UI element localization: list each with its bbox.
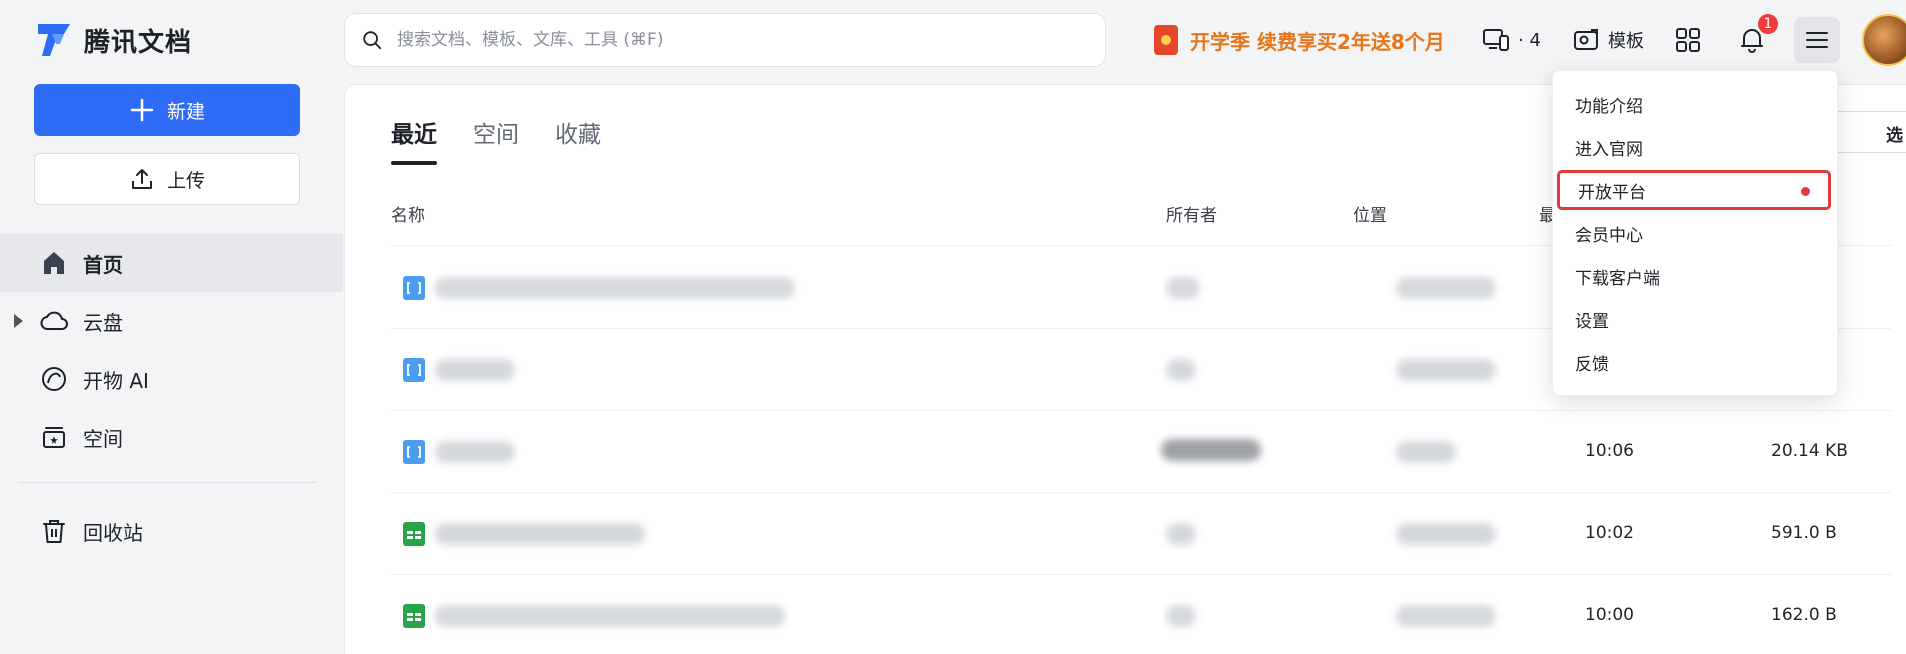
promo-banner[interactable]: 开学季 续费享买2年送8个月 (1154, 22, 1445, 58)
tencent-docs-logo-icon (38, 24, 70, 56)
sheet-file-icon (403, 604, 425, 628)
devices-count: · 4 (1518, 29, 1541, 51)
filter-label: 选 (1886, 126, 1903, 146)
modified-time: 10:06 (1585, 441, 1634, 461)
redacted-location (1396, 277, 1496, 299)
sidebar-item-label: 云盘 (83, 310, 123, 335)
main-tabs: 最近 空间 收藏 (391, 115, 601, 165)
file-size: 591.0 B (1771, 523, 1837, 543)
sheet-file-icon (403, 522, 425, 546)
redacted-filename (435, 523, 645, 545)
doc-file-icon (403, 440, 425, 464)
menu-item-label: 开放平台 (1578, 182, 1646, 203)
tab-space[interactable]: 空间 (473, 115, 519, 165)
menu-item-features[interactable]: 功能介绍 (1575, 84, 1823, 124)
redacted-filename (435, 605, 785, 627)
apps-grid-icon (1676, 28, 1700, 52)
new-button-label: 新建 (166, 100, 205, 123)
tab-favorites[interactable]: 收藏 (555, 115, 601, 165)
sidebar-divider (18, 482, 316, 483)
redacted-owner (1166, 605, 1196, 627)
sidebar-item-label: 首页 (83, 252, 123, 277)
notification-badge: 1 (1756, 12, 1780, 36)
sidebar-item-cloud[interactable]: 云盘 (0, 292, 343, 350)
ai-icon (42, 367, 66, 391)
new-dot-indicator (1801, 187, 1810, 196)
devices-icon (1483, 29, 1509, 51)
menu-item-feedback[interactable]: 反馈 (1575, 342, 1823, 382)
upload-button-label: 上传 (166, 169, 205, 192)
user-avatar[interactable] (1862, 14, 1906, 66)
redacted-location (1396, 523, 1496, 545)
redacted-location (1396, 359, 1496, 381)
search-input[interactable] (397, 30, 1105, 50)
sidebar-item-trash[interactable]: 回收站 (0, 502, 343, 560)
space-box-icon (43, 427, 65, 448)
column-header-location[interactable]: 位置 (1353, 201, 1387, 226)
column-header-owner[interactable]: 所有者 (1166, 201, 1217, 226)
hamburger-menu-icon (1806, 32, 1828, 48)
table-row[interactable]: 10:02 591.0 B (391, 493, 1891, 575)
app-name: 腾讯文档 (84, 27, 193, 58)
sidebar-item-space[interactable]: 空间 (0, 408, 343, 466)
expand-caret-icon[interactable] (14, 314, 23, 328)
red-envelope-icon (1154, 25, 1178, 55)
apps-button[interactable] (1674, 20, 1702, 60)
redacted-filename (435, 359, 515, 381)
cloud-icon (40, 311, 68, 330)
new-button[interactable]: 新建 (34, 84, 300, 136)
tab-recent[interactable]: 最近 (391, 115, 437, 165)
redacted-location (1396, 605, 1496, 627)
file-size: 162.0 B (1771, 605, 1837, 625)
redacted-filename (435, 441, 515, 463)
column-header-name[interactable]: 名称 (391, 201, 425, 226)
templates-label: 模板 (1608, 31, 1644, 52)
redacted-owner (1161, 439, 1261, 461)
upload-button[interactable]: 上传 (34, 153, 300, 205)
menu-item-download-client[interactable]: 下载客户端 (1575, 256, 1823, 296)
search-box[interactable] (344, 13, 1106, 67)
redacted-owner (1166, 523, 1196, 545)
template-icon (1574, 29, 1598, 50)
file-size: 20.14 KB (1771, 441, 1848, 461)
redacted-filename (435, 277, 795, 299)
sidebar-item-label: 空间 (83, 426, 123, 451)
table-row[interactable]: 10:00 162.0 B (391, 575, 1891, 654)
redacted-owner (1166, 359, 1196, 381)
app-logo[interactable]: 腾讯文档 (34, 20, 192, 60)
doc-file-icon (403, 358, 425, 382)
table-row[interactable]: 10:06 20.14 KB (391, 411, 1891, 493)
main-menu-dropdown: 功能介绍 进入官网 开放平台 会员中心 下载客户端 设置 反馈 (1552, 70, 1838, 396)
menu-item-membership[interactable]: 会员中心 (1575, 213, 1823, 253)
plus-icon (130, 98, 154, 122)
home-icon (44, 252, 64, 274)
menu-item-settings[interactable]: 设置 (1575, 299, 1823, 339)
sidebar-item-label: 开物 AI (83, 368, 149, 393)
upload-icon (131, 169, 152, 189)
main-menu-button[interactable] (1794, 17, 1840, 63)
sidebar-item-home[interactable]: 首页 (0, 234, 343, 292)
modified-time: 10:02 (1585, 523, 1634, 543)
templates-button[interactable]: 模板 (1572, 20, 1644, 60)
trash-icon (43, 520, 65, 543)
devices-button[interactable]: · 4 (1482, 20, 1541, 60)
redacted-owner (1166, 277, 1200, 299)
search-icon (363, 31, 382, 50)
menu-item-website[interactable]: 进入官网 (1575, 127, 1823, 167)
sidebar-item-label: 回收站 (83, 520, 143, 545)
redacted-location (1396, 441, 1456, 463)
sidebar-item-ai[interactable]: 开物 AI (0, 350, 343, 408)
promo-text: 开学季 续费享买2年送8个月 (1190, 29, 1445, 54)
modified-time: 10:00 (1585, 605, 1634, 625)
doc-file-icon (403, 276, 425, 300)
menu-item-open-platform[interactable]: 开放平台 (1557, 170, 1831, 210)
